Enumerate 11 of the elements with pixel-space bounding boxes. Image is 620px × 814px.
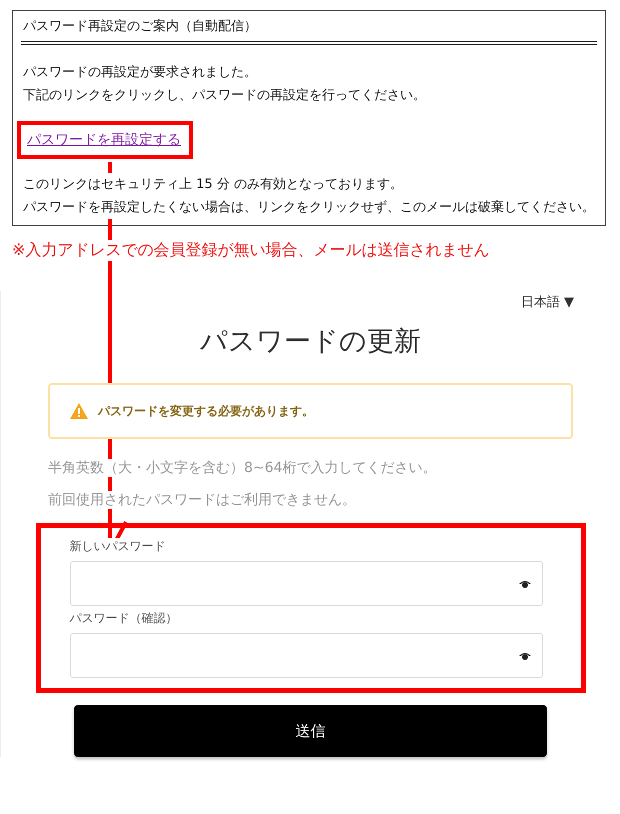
language-selector[interactable]: 日本語 ▼ bbox=[520, 293, 574, 311]
eye-icon[interactable] bbox=[518, 650, 532, 660]
reset-link[interactable]: パスワードを再設定する bbox=[27, 132, 181, 148]
submit-button[interactable]: 送信 bbox=[74, 705, 547, 757]
email-subject: パスワード再設定のご案内（自動配信） bbox=[21, 15, 597, 45]
alert-text: パスワードを変更する必要があります。 bbox=[98, 402, 314, 420]
password-field[interactable] bbox=[70, 561, 542, 606]
page-title: パスワードの更新 bbox=[200, 325, 421, 359]
password-field[interactable] bbox=[70, 633, 542, 678]
warning-icon bbox=[70, 403, 88, 419]
eye-icon[interactable] bbox=[518, 578, 532, 588]
